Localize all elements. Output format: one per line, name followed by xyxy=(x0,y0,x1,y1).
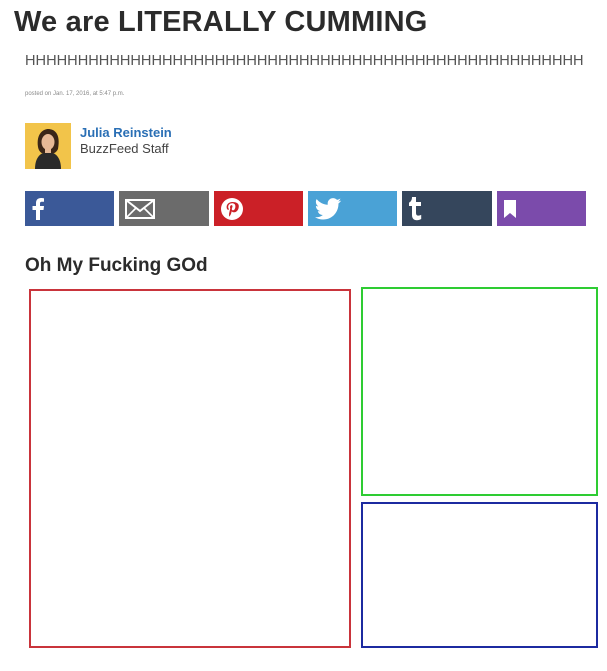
facebook-icon xyxy=(31,197,45,220)
author-info: Julia Reinstein BuzzFeed Staff xyxy=(80,125,172,157)
tumblr-icon xyxy=(408,196,424,221)
bookmark-icon xyxy=(503,199,517,218)
red-outlined-box xyxy=(29,289,351,648)
green-outlined-box xyxy=(361,287,598,496)
share-twitter-button[interactable] xyxy=(307,191,398,226)
bookmark-button[interactable] xyxy=(496,191,586,226)
email-icon xyxy=(125,198,156,219)
share-tumblr-button[interactable] xyxy=(402,191,492,226)
section-heading: Oh My Fucking GOd xyxy=(25,255,208,276)
byline: Julia Reinstein BuzzFeed Staff xyxy=(25,123,172,169)
author-name-link[interactable]: Julia Reinstein xyxy=(80,125,172,141)
share-facebook-button[interactable] xyxy=(25,191,115,226)
share-bar xyxy=(25,191,586,226)
article-title: We are LITERALLY CUMMING xyxy=(14,6,428,38)
pinterest-icon xyxy=(220,197,244,221)
article-dek: HHHHHHHHHHHHHHHHHHHHHHHHHHHHHHHHHHHHHHHH… xyxy=(25,53,584,69)
blue-outlined-box xyxy=(361,502,598,648)
author-avatar[interactable] xyxy=(25,123,71,169)
share-pinterest-button[interactable] xyxy=(213,191,303,226)
share-email-button[interactable] xyxy=(119,191,209,226)
twitter-icon xyxy=(314,197,342,220)
posted-timestamp: posted on Jan. 17, 2016, at 5:47 p.m. xyxy=(25,91,125,97)
author-role: BuzzFeed Staff xyxy=(80,141,169,156)
